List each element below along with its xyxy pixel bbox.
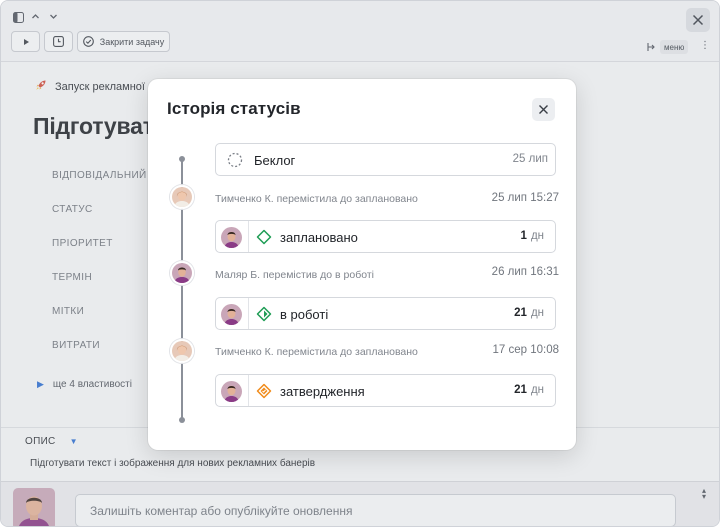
event-time: 17 сер 10:08: [492, 344, 559, 356]
avatar: [170, 339, 194, 363]
dialog-close-button[interactable]: [532, 98, 555, 121]
duration-unit: дн: [530, 384, 544, 396]
review-icon: [256, 383, 272, 399]
divider: [248, 221, 249, 252]
timeline-end-dot: [179, 417, 185, 423]
duration-unit: дн: [530, 230, 544, 242]
status-label: в роботі: [280, 307, 329, 322]
progress-circle-icon: [256, 306, 272, 322]
status-card-approval: затвердження 21 дн: [215, 374, 556, 407]
avatar: [170, 185, 194, 209]
status-duration: 1 дн: [521, 230, 544, 242]
dashed-circle-icon: [227, 152, 243, 168]
dialog-title: Історія статусів: [167, 99, 301, 118]
event-time: 25 лип 15:27: [491, 192, 559, 204]
status-history-dialog: Історія статусів Беклог 25 лип Тимченко …: [148, 79, 576, 450]
diamond-icon: [256, 229, 272, 245]
status-card-planned: заплановано 1 дн: [215, 220, 556, 253]
app-window: Закрити задачу меню ⋮ Запуск рекламної П…: [0, 0, 720, 527]
avatar: [170, 261, 194, 285]
avatar: [221, 304, 242, 325]
status-duration: 21 дн: [514, 384, 544, 396]
status-label: Беклог: [254, 153, 296, 168]
divider: [248, 298, 249, 329]
status-card-initial: Беклог 25 лип: [215, 143, 556, 176]
close-icon: [539, 105, 548, 114]
timeline-start-dot: [179, 156, 185, 162]
avatar: [221, 227, 242, 248]
event-description: Маляр Б. перемістив до в роботі: [215, 269, 374, 281]
duration-unit: дн: [530, 307, 544, 319]
avatar: [221, 381, 242, 402]
divider: [248, 375, 249, 406]
duration-value: 21: [514, 307, 527, 319]
event-description: Тимченко К. перемістила до заплановано: [215, 346, 418, 358]
duration-value: 21: [514, 384, 527, 396]
status-duration: 21 дн: [514, 307, 544, 319]
status-label: затвердження: [280, 384, 365, 399]
status-label: заплановано: [280, 230, 358, 245]
event-description: Тимченко К. перемістила до заплановано: [215, 193, 418, 205]
status-card-in-progress: в роботі 21 дн: [215, 297, 556, 330]
duration-value: 1: [520, 230, 527, 242]
event-time: 26 лип 16:31: [491, 266, 559, 278]
status-date: 25 лип: [512, 153, 548, 165]
